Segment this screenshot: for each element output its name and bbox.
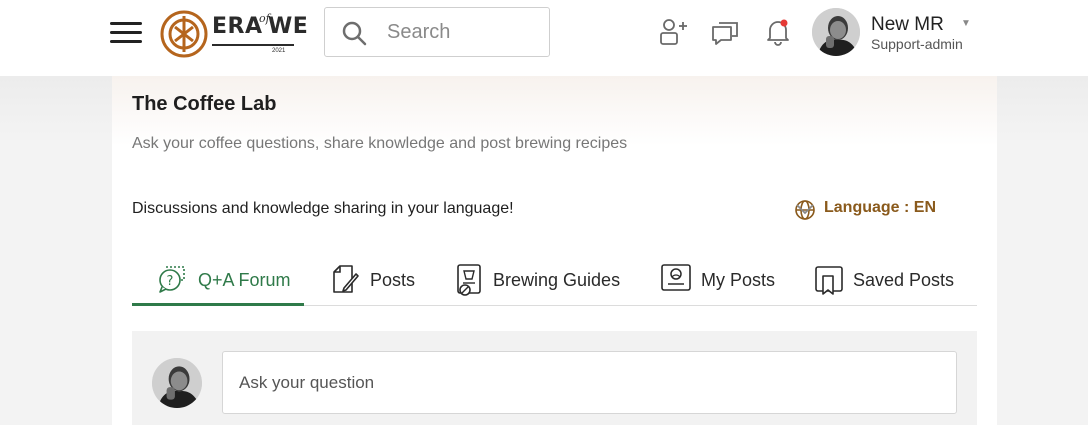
chat-icon[interactable] bbox=[710, 16, 742, 48]
posts-icon bbox=[333, 265, 359, 293]
discussion-tagline: Discussions and knowledge sharing in you… bbox=[132, 200, 514, 217]
brewing-guides-icon bbox=[457, 264, 481, 296]
ask-question-input[interactable] bbox=[222, 351, 957, 414]
tab-posts[interactable]: Posts bbox=[328, 258, 418, 306]
tab-saved-posts[interactable]: Saved Posts bbox=[814, 258, 959, 306]
active-tab-underline bbox=[132, 303, 304, 306]
logo-emblem-icon bbox=[160, 10, 208, 58]
forum-tabs: ? Q+A Forum Posts Brewing Guides My Post… bbox=[132, 258, 977, 306]
logo-year: 2021 bbox=[272, 48, 286, 54]
tab-posts-label: Posts bbox=[370, 270, 416, 290]
add-user-icon[interactable] bbox=[658, 16, 690, 48]
page-subtitle: Ask your coffee questions, share knowled… bbox=[132, 135, 628, 152]
user-menu-caret-icon[interactable]: ▼ bbox=[961, 18, 971, 29]
user-name[interactable]: New MR bbox=[871, 14, 944, 36]
menu-icon[interactable] bbox=[110, 22, 142, 46]
tab-qa-forum-label: Q+A Forum bbox=[198, 270, 291, 290]
tab-my-posts-label: My Posts bbox=[701, 270, 776, 290]
user-avatar-image bbox=[812, 8, 860, 56]
tab-saved-posts-label: Saved Posts bbox=[853, 270, 955, 290]
search-input[interactable] bbox=[387, 18, 537, 46]
language-label: Language : EN bbox=[824, 199, 937, 216]
page-margin-right bbox=[997, 76, 1088, 425]
composer-avatar-image bbox=[152, 358, 202, 408]
notification-bell-icon[interactable] bbox=[764, 16, 792, 48]
user-avatar[interactable] bbox=[812, 8, 860, 56]
chevron-down-icon bbox=[796, 204, 814, 215]
svg-text:?: ? bbox=[167, 274, 174, 289]
logo-text-era: ERA bbox=[212, 14, 263, 39]
logo-underline bbox=[212, 44, 294, 46]
saved-posts-icon bbox=[815, 266, 843, 295]
qa-forum-icon: ? bbox=[159, 266, 185, 293]
tab-brewing-guides-label: Brewing Guides bbox=[493, 270, 621, 290]
my-posts-icon bbox=[661, 264, 691, 291]
logo-text-we: WE bbox=[268, 14, 309, 39]
top-bar: ERA of WE 2021 New MR bbox=[0, 0, 1088, 76]
user-role: Support-admin bbox=[871, 36, 963, 52]
tab-qa-forum[interactable]: ? Q+A Forum bbox=[156, 258, 306, 306]
era-of-we-logo[interactable]: ERA of WE 2021 bbox=[160, 8, 310, 60]
page-title: The Coffee Lab bbox=[132, 93, 277, 115]
search-box[interactable] bbox=[324, 7, 550, 57]
composer-avatar bbox=[152, 358, 202, 408]
tab-brewing-guides[interactable]: Brewing Guides bbox=[455, 258, 625, 306]
search-icon bbox=[342, 21, 367, 46]
tab-my-posts[interactable]: My Posts bbox=[660, 258, 780, 306]
page-margin-left bbox=[0, 76, 112, 425]
